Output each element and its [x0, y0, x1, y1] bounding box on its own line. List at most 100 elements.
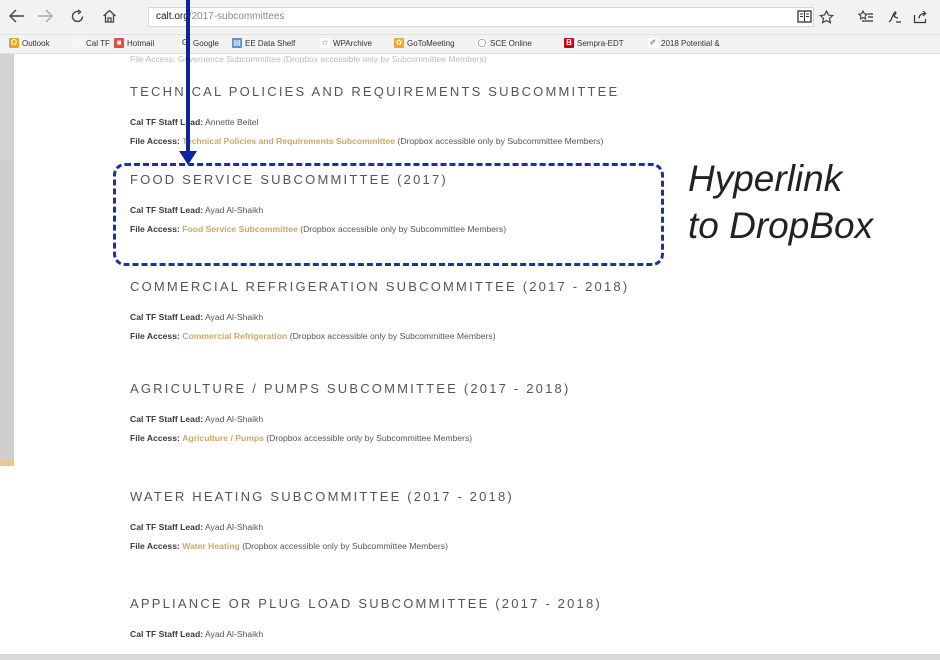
share-button[interactable] [910, 6, 930, 28]
staff-lead-name: Ayad Al-Shaikh [204, 629, 264, 639]
favorite-2[interactable]: ■ Hotmail [114, 38, 154, 48]
dropbox-link[interactable]: Agriculture / Pumps [182, 433, 264, 443]
favorite-label: Cal TF [86, 38, 110, 48]
favorites-hub-button[interactable] [856, 6, 876, 28]
staff-lead-name: Annette Beitel [204, 117, 259, 127]
favorite-label: EE Data Shelf [245, 38, 296, 48]
favorite-5[interactable]: ☆ WPArchive [320, 38, 372, 48]
staff-lead-label: Cal TF Staff Lead: [130, 522, 204, 532]
horizontal-scrollbar[interactable] [0, 654, 940, 660]
favorite-0[interactable]: O Outlook [9, 38, 50, 48]
star-icon [818, 10, 834, 24]
previous-file-access-line: File Access: Governance Subcommittee (Dr… [130, 54, 487, 63]
left-gutter-lower [0, 159, 14, 459]
favorite-label: Hotmail [127, 38, 155, 48]
subcommittee-section: TECHNICAL POLICIES AND REQUIREMENTS SUBC… [130, 84, 890, 146]
favorite-7[interactable]: ◯ SCE Online [477, 38, 532, 48]
book-icon [796, 10, 812, 23]
dropbox-link[interactable]: Commercial Refrigeration [182, 331, 287, 341]
refresh-button[interactable] [66, 6, 88, 28]
favorite-label: Sempra-EDT [577, 38, 624, 48]
subcommittee-section: APPLIANCE OR PLUG LOAD SUBCOMMITTEE (201… [130, 596, 890, 639]
dropbox-link[interactable]: Technical Policies and Requirements Subc… [182, 136, 395, 146]
home-icon [102, 9, 116, 23]
back-button[interactable] [6, 6, 28, 28]
staff-lead-label: Cal TF Staff Lead: [130, 312, 204, 322]
home-button[interactable] [98, 6, 120, 28]
star-icon: ☆ [320, 38, 330, 48]
subcommittee-title: WATER HEATING SUBCOMMITTEE (2017 - 2018) [130, 489, 514, 504]
url-domain: calt [156, 11, 172, 22]
subcommittee-section: COMMERCIAL REFRIGERATION SUBCOMMITTEE (2… [130, 279, 890, 341]
subcommittee-section: AGRICULTURE / PUMPS SUBCOMMITTEE (2017 -… [130, 381, 890, 443]
file-access-label: File Access: [130, 136, 180, 146]
staff-lead-line: Cal TF Staff Lead: Ayad Al-Shaikh [130, 522, 890, 532]
reading-view-button[interactable] [794, 6, 814, 28]
staff-lead-line: Cal TF Staff Lead: Annette Beitel [130, 117, 890, 127]
favorite-label: Google [193, 38, 219, 48]
web-note-button[interactable] [884, 6, 904, 28]
annotation-label: Hyperlink to DropBox [688, 155, 873, 249]
subcommittee-title: COMMERCIAL REFRIGERATION SUBCOMMITTEE (2… [130, 279, 630, 294]
favorite-4[interactable]: ▤ EE Data Shelf [232, 38, 295, 48]
file-access-label: File Access: [130, 433, 180, 443]
favorite-6[interactable]: ✿ GoToMeeting [394, 38, 455, 48]
file-access-line: File Access: Agriculture / Pumps (Dropbo… [130, 433, 890, 443]
subcommittee-title: APPLIANCE OR PLUG LOAD SUBCOMMITTEE (201… [130, 596, 602, 611]
dropbox-link[interactable]: Water Heating [182, 541, 239, 551]
data-icon: ▤ [232, 38, 242, 48]
folder-icon: ✐ [648, 38, 658, 48]
annotation-highlight-box [113, 163, 664, 266]
forward-button[interactable] [34, 6, 56, 28]
staff-lead-label: Cal TF Staff Lead: [130, 117, 204, 127]
favorite-label: Outlook [22, 38, 50, 48]
address-bar[interactable]: calt.org/2017-subcommittees [148, 7, 814, 27]
staff-lead-label: Cal TF Staff Lead: [130, 629, 204, 639]
circle-icon: ◯ [477, 38, 487, 48]
left-gutter-accent [0, 459, 14, 466]
url-path: /2017-subcommittees [188, 11, 285, 22]
favorite-1[interactable]: Cal TF [73, 38, 110, 48]
browser-toolbar: calt.org/2017-subcommittees [0, 0, 940, 35]
favorite-button[interactable] [816, 6, 836, 28]
staff-lead-name: Ayad Al-Shaikh [204, 414, 264, 424]
favorites-bar: O Outlook Cal TF ■ Hotmail G Google ▤ EE Data Sh… [0, 35, 940, 54]
outlook-icon: O [9, 38, 19, 48]
staff-lead-line: Cal TF Staff Lead: Ayad Al-Shaikh [130, 629, 890, 639]
file-access-line: File Access: Commercial Refrigeration (D… [130, 331, 890, 341]
arrow-right-icon [38, 9, 53, 23]
flower-icon: ✿ [394, 38, 404, 48]
windows-icon: ■ [114, 38, 124, 48]
dropbox-note: (Dropbox accessible only by Subcommittee… [266, 433, 473, 443]
pen-icon [888, 11, 901, 23]
favorite-label: 2018 Potential & [661, 38, 720, 48]
annotation-arrow [186, 0, 190, 152]
annotation-label-line1: Hyperlink [688, 158, 843, 199]
staff-lead-line: Cal TF Staff Lead: Ayad Al-Shaikh [130, 312, 890, 322]
staff-lead-label: Cal TF Staff Lead: [130, 414, 204, 424]
favorite-9[interactable]: ✐ 2018 Potential & [648, 38, 720, 48]
file-access-label: File Access: [130, 541, 180, 551]
file-access-label: File Access: [130, 331, 180, 341]
favorites-list-icon [858, 10, 873, 22]
favorite-label: GoToMeeting [407, 38, 455, 48]
dropbox-note: (Dropbox accessible only by Subcommittee… [289, 331, 496, 341]
subcommittee-title: AGRICULTURE / PUMPS SUBCOMMITTEE (2017 -… [130, 381, 571, 396]
dropbox-note: (Dropbox accessible only by Subcommittee… [397, 136, 604, 146]
subcommittee-section: WATER HEATING SUBCOMMITTEE (2017 - 2018)… [130, 489, 890, 551]
page-icon [73, 38, 83, 48]
subcommittee-title: TECHNICAL POLICIES AND REQUIREMENTS SUBC… [130, 84, 620, 99]
staff-lead-name: Ayad Al-Shaikh [204, 522, 264, 532]
arrow-left-icon [9, 9, 24, 23]
staff-lead-name: Ayad Al-Shaikh [204, 312, 264, 322]
favorite-label: WPArchive [333, 38, 372, 48]
b-icon: B [564, 38, 574, 48]
left-gutter [0, 54, 14, 159]
annotation-label-line2: to DropBox [688, 205, 874, 246]
share-icon [913, 10, 926, 24]
file-access-line: File Access: Technical Policies and Requ… [130, 136, 890, 146]
staff-lead-line: Cal TF Staff Lead: Ayad Al-Shaikh [130, 414, 890, 424]
favorite-label: SCE Online [490, 38, 532, 48]
favorite-8[interactable]: B Sempra-EDT [564, 38, 624, 48]
refresh-icon [71, 9, 83, 23]
